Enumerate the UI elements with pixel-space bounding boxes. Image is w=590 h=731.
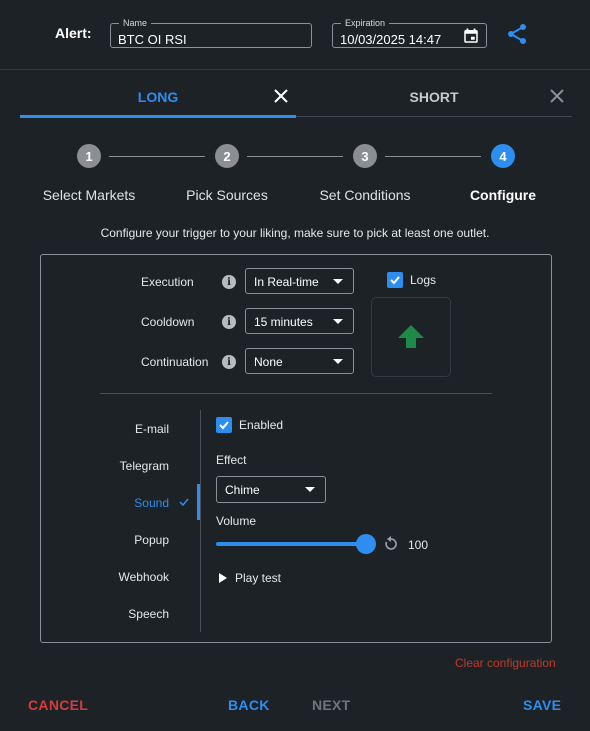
logs-label: Logs (410, 273, 437, 287)
step-1-label[interactable]: Select Markets (29, 187, 149, 203)
step-connector (109, 156, 205, 157)
play-icon[interactable] (218, 572, 228, 584)
execution-select[interactable]: In Real-time (245, 268, 354, 294)
caret-down-icon (333, 359, 343, 364)
info-icon[interactable]: i (222, 355, 236, 369)
section-divider (100, 393, 492, 394)
close-icon[interactable] (269, 84, 293, 108)
tab-short[interactable]: SHORT (296, 78, 572, 116)
continuation-label: Continuation (141, 355, 209, 369)
header-divider (0, 69, 590, 70)
name-field-value[interactable]: BTC OI RSI (118, 32, 187, 47)
volume-label: Volume (216, 514, 257, 528)
tab-active-indicator (20, 115, 296, 118)
effect-select[interactable]: Chime (216, 476, 326, 503)
step-4-label[interactable]: Configure (443, 187, 563, 203)
step-1-circle[interactable]: 1 (77, 144, 101, 168)
info-icon[interactable]: i (222, 275, 236, 289)
direction-indicator (371, 297, 451, 377)
sound-enabled-checkbox[interactable] (216, 417, 232, 433)
expiration-field-legend: Expiration (341, 17, 390, 29)
clear-configuration-link[interactable]: Clear configuration (455, 656, 556, 670)
volume-value: 100 (408, 538, 429, 552)
caret-down-icon (305, 487, 315, 492)
logs-checkbox[interactable] (387, 272, 403, 288)
execution-label: Execution (141, 275, 194, 289)
next-button[interactable]: NEXT (312, 697, 351, 713)
effect-value: Chime (225, 483, 260, 497)
outlet-divider (200, 410, 201, 632)
check-icon (390, 276, 400, 285)
outlet-active-indicator (197, 484, 200, 520)
cooldown-label: Cooldown (141, 315, 195, 329)
outlet-sound[interactable]: Sound (100, 496, 169, 510)
tab-long[interactable]: LONG (20, 78, 296, 116)
save-button[interactable]: SAVE (523, 697, 561, 713)
cooldown-select[interactable]: 15 minutes (245, 308, 354, 334)
outlet-webhook[interactable]: Webhook (100, 570, 169, 584)
volume-slider-track[interactable] (216, 542, 366, 546)
cooldown-value: 15 minutes (254, 315, 313, 329)
play-test-button[interactable]: Play test (235, 571, 281, 585)
alert-name-field[interactable]: Name BTC OI RSI (110, 17, 312, 48)
outlet-popup[interactable]: Popup (100, 533, 169, 547)
continuation-select[interactable]: None (245, 348, 354, 374)
check-icon (219, 421, 229, 430)
back-button[interactable]: BACK (228, 697, 270, 713)
step-3-label[interactable]: Set Conditions (305, 187, 425, 203)
outlet-email[interactable]: E-mail (100, 422, 169, 436)
caret-down-icon (333, 279, 343, 284)
check-icon (179, 498, 189, 507)
share-icon[interactable] (505, 22, 529, 46)
name-field-legend: Name (119, 17, 152, 29)
info-icon[interactable]: i (222, 315, 236, 329)
step-2-circle[interactable]: 2 (215, 144, 239, 168)
close-icon[interactable] (545, 84, 569, 108)
alert-label: Alert: (55, 25, 92, 41)
step-connector (247, 156, 343, 157)
enabled-label: Enabled (239, 418, 284, 432)
continuation-value: None (254, 355, 283, 369)
volume-slider-thumb[interactable] (356, 534, 376, 554)
outlet-telegram[interactable]: Telegram (100, 459, 169, 473)
arrow-up-icon (398, 325, 424, 348)
step-4-circle[interactable]: 4 (491, 144, 515, 168)
step-connector (385, 156, 481, 157)
execution-value: In Real-time (254, 275, 319, 289)
effect-label: Effect (216, 453, 247, 467)
step-2-label[interactable]: Pick Sources (167, 187, 287, 203)
instructions-text: Configure your trigger to your liking, m… (100, 226, 490, 240)
calendar-icon[interactable] (462, 27, 480, 45)
caret-down-icon (333, 319, 343, 324)
reset-icon[interactable] (383, 536, 399, 552)
cancel-button[interactable]: CANCEL (28, 697, 88, 713)
step-3-circle[interactable]: 3 (353, 144, 377, 168)
expiration-field[interactable]: Expiration 10/03/2025 14:47 (332, 17, 487, 48)
expiration-field-value[interactable]: 10/03/2025 14:47 (340, 32, 441, 47)
outlet-speech[interactable]: Speech (100, 607, 169, 621)
